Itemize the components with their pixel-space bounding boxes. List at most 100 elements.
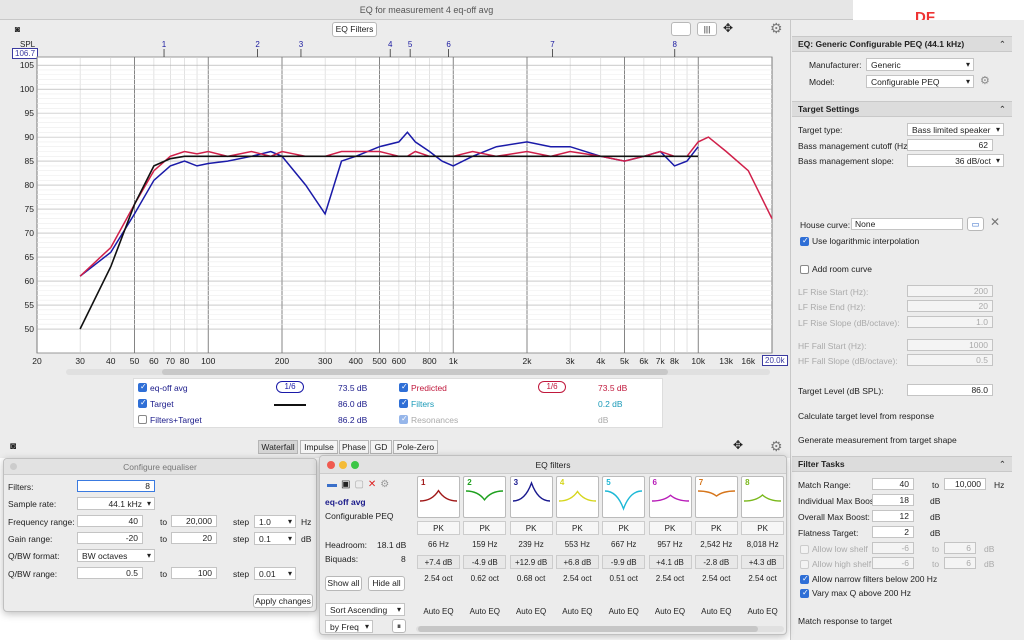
filter-type[interactable]: PK — [555, 521, 599, 535]
filter-bw[interactable]: 0.51 oct — [602, 574, 645, 583]
filter-gain[interactable]: +7.4 dB — [417, 555, 460, 569]
filter-freq[interactable]: 66 Hz — [417, 540, 460, 549]
freq-to-field[interactable]: 20,000 — [171, 515, 217, 527]
high-shelf-checkbox[interactable] — [800, 560, 809, 569]
filter-freq[interactable]: 8,018 Hz — [741, 540, 784, 549]
move-arrows-icon-2[interactable]: ✥ — [733, 438, 743, 452]
gain-from-field[interactable]: -20 — [77, 532, 143, 544]
gain-step-select[interactable]: 0.1 — [254, 532, 296, 545]
filter-bw[interactable]: 2.54 oct — [417, 574, 460, 583]
filter-mode[interactable]: Auto EQ — [463, 607, 506, 616]
legend-checkbox[interactable] — [399, 382, 408, 392]
legend-checkbox[interactable] — [138, 415, 147, 424]
filter-mode[interactable]: Auto EQ — [417, 607, 460, 616]
filter-type[interactable]: PK — [694, 521, 738, 535]
filter-mode[interactable]: Auto EQ — [695, 607, 738, 616]
apply-changes-button[interactable]: Apply changes — [253, 594, 313, 608]
legend-checkbox[interactable] — [399, 398, 408, 408]
overall-max-field[interactable]: 12 — [872, 510, 914, 522]
filter-bw[interactable]: 2.54 oct — [649, 574, 692, 583]
filter-type[interactable]: PK — [648, 521, 692, 535]
filter-freq[interactable]: 2,542 Hz — [695, 540, 738, 549]
filter-bw[interactable]: 2.54 oct — [741, 574, 784, 583]
filter-type[interactable]: PK — [463, 521, 507, 535]
high-shelf-min-field[interactable]: -6 — [872, 557, 914, 569]
filter-tasks-header[interactable]: Filter Tasks ⌃ — [792, 456, 1012, 472]
filter-type[interactable]: PK — [509, 521, 553, 535]
legend-smoothing-badge[interactable]: 1/6 — [538, 381, 566, 393]
hf-fall-slope-field[interactable]: 0.5 — [907, 354, 993, 366]
legend-smoothing-badge[interactable]: 1/6 — [276, 381, 304, 393]
filter-mode[interactable]: Auto EQ — [602, 607, 645, 616]
layout-icon[interactable] — [671, 22, 691, 36]
sort-by-select[interactable]: by Freq — [325, 620, 373, 633]
filter-freq[interactable]: 553 Hz — [556, 540, 599, 549]
gen-measurement-button[interactable]: Generate measurement from target shape — [798, 434, 957, 446]
flatness-field[interactable]: 2 — [872, 526, 914, 538]
gain-to-field[interactable]: 20 — [171, 532, 217, 544]
filter-gain[interactable]: -9.9 dB — [602, 555, 646, 569]
filter-bw[interactable]: 2.54 oct — [695, 574, 738, 583]
close-window-icon[interactable] — [327, 461, 335, 469]
settings-icon[interactable]: ⚙ — [380, 479, 393, 490]
house-curve-field[interactable]: None — [851, 218, 963, 230]
eq-filters-button[interactable]: EQ Filters — [332, 22, 377, 37]
disk-icon[interactable]: ▣ — [341, 479, 354, 490]
filter-bw[interactable]: 2.54 oct — [556, 574, 599, 583]
filter-mode[interactable]: Auto EQ — [741, 607, 784, 616]
filter-card-5[interactable]: 5 — [602, 476, 646, 518]
filter-type[interactable]: PK — [417, 521, 460, 535]
low-shelf-min-field[interactable]: -6 — [872, 542, 914, 554]
target-level-field[interactable]: 86.0 — [907, 384, 993, 396]
lf-rise-end-field[interactable]: 20 — [907, 300, 993, 312]
filter-card-7[interactable]: 7 — [694, 476, 738, 518]
low-shelf-checkbox[interactable] — [800, 545, 809, 554]
sample-rate-select[interactable]: 44.1 kHz — [77, 497, 155, 510]
window-dot-icon[interactable] — [10, 463, 17, 470]
filter-type[interactable]: PK — [602, 521, 646, 535]
freq-step-select[interactable]: 1.0 — [254, 515, 296, 528]
pause-icon[interactable]: ⏸ — [392, 619, 406, 633]
lf-rise-slope-field[interactable]: 1.0 — [907, 316, 993, 328]
show-all-button[interactable]: Show all — [325, 576, 362, 591]
save-icon[interactable]: ▬ — [327, 479, 341, 490]
hide-all-button[interactable]: Hide all — [368, 576, 405, 591]
lf-rise-start-field[interactable]: 200 — [907, 285, 993, 297]
filter-gain[interactable]: +4.3 dB — [741, 555, 785, 569]
log-interp-checkbox[interactable] — [800, 236, 809, 246]
zoom-window-icon[interactable] — [351, 461, 359, 469]
tab-phase[interactable]: Phase — [339, 440, 369, 454]
gear-icon-2[interactable]: ⚙ — [770, 438, 783, 455]
legend-checkbox[interactable] — [138, 382, 147, 392]
camera-icon[interactable]: ◙ — [10, 23, 25, 36]
filter-mode[interactable]: Auto EQ — [510, 607, 553, 616]
filter-card-3[interactable]: 3 — [509, 476, 553, 518]
sort-select[interactable]: Sort Ascending — [325, 603, 405, 616]
folder-icon[interactable]: ▭ — [967, 217, 984, 231]
eq-header[interactable]: EQ: Generic Configurable PEQ (44.1 kHz) ⌃ — [792, 36, 1012, 52]
narrow-filters-checkbox[interactable] — [800, 574, 809, 584]
tab-pole-zero[interactable]: Pole-Zero — [393, 440, 438, 454]
minimize-window-icon[interactable] — [339, 461, 347, 469]
vary-q-checkbox[interactable] — [800, 588, 809, 598]
match-response-button[interactable]: Match response to target — [798, 615, 892, 627]
frequency-response-chart[interactable]: 1 2 3 4 5 6 7 8 105 100 95 90 85 80 75 70 65 60 55 50 20 30 40… — [0, 40, 790, 380]
filter-card-2[interactable]: 2 — [463, 476, 507, 518]
eqf-scrollbar[interactable] — [416, 626, 784, 632]
filter-bw[interactable]: 0.68 oct — [510, 574, 553, 583]
filter-card-1[interactable]: 1 — [417, 476, 460, 518]
add-room-checkbox[interactable] — [800, 265, 809, 274]
legend-checkbox[interactable] — [138, 398, 147, 408]
copy-icon[interactable]: ▢ — [354, 479, 367, 490]
manufacturer-select[interactable]: Generic — [866, 58, 974, 71]
filter-card-4[interactable]: 4 — [555, 476, 599, 518]
collapse-icon[interactable]: ⌃ — [999, 37, 1006, 52]
gear-icon[interactable]: ⚙ — [770, 20, 783, 37]
filters-count-field[interactable]: 8 — [77, 480, 155, 492]
calc-target-button[interactable]: Calculate target level from response — [798, 410, 934, 422]
move-arrows-icon[interactable]: ✥ — [723, 21, 733, 35]
model-gear-icon[interactable]: ⚙ — [980, 74, 990, 87]
filter-gain[interactable]: +6.8 dB — [555, 555, 599, 569]
qbw-format-select[interactable]: BW octaves — [77, 549, 155, 562]
filter-type[interactable]: PK — [741, 521, 785, 535]
